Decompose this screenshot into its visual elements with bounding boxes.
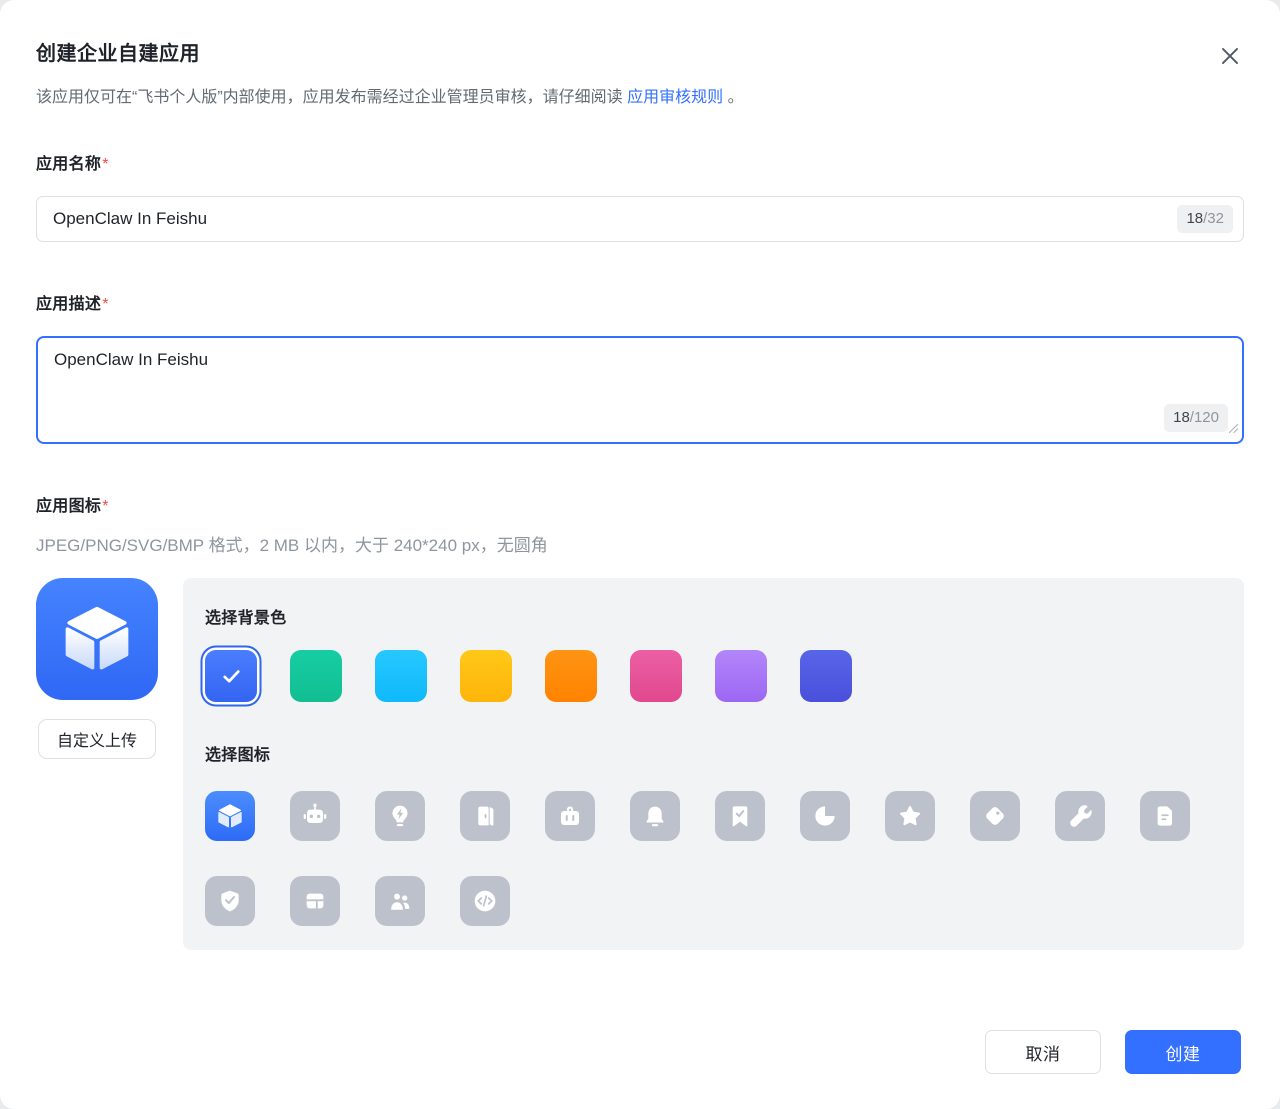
icon-grid xyxy=(205,791,1215,926)
briefcase-icon xyxy=(554,800,586,832)
app-icon-option-people[interactable] xyxy=(375,876,425,926)
book-icon xyxy=(469,800,501,832)
icon-preview-column: 自定义上传 xyxy=(36,578,158,759)
dashboard-icon xyxy=(299,885,331,917)
bg-color-swatch-orange[interactable] xyxy=(545,650,597,702)
app-name-input[interactable] xyxy=(53,209,1177,229)
pie-icon xyxy=(809,800,841,832)
cancel-button[interactable]: 取消 xyxy=(985,1030,1101,1074)
app-icon-label: 应用图标* xyxy=(36,496,1244,518)
app-icon-option-robot[interactable] xyxy=(290,791,340,841)
icon-section-title: 选择图标 xyxy=(205,745,1222,767)
app-icon-option-bell[interactable] xyxy=(630,791,680,841)
app-icon-option-dashboard[interactable] xyxy=(290,876,340,926)
app-desc-textarea-wrap: OpenClaw In Feishu 18/120 xyxy=(36,336,1244,444)
document-icon xyxy=(1149,800,1181,832)
bulb-icon xyxy=(384,800,416,832)
icon-picker-panel: 选择背景色 选择图标 xyxy=(183,578,1244,950)
required-asterisk: * xyxy=(102,156,109,173)
resize-handle-icon[interactable] xyxy=(1227,421,1239,439)
code-icon xyxy=(469,885,501,917)
shield-check-icon xyxy=(214,885,246,917)
app-icon-preview xyxy=(36,578,158,700)
review-rules-link[interactable]: 应用审核规则 xyxy=(627,89,723,106)
app-icon-option-code[interactable] xyxy=(460,876,510,926)
app-icon-option-wrench[interactable] xyxy=(1055,791,1105,841)
dialog-title: 创建企业自建应用 xyxy=(36,40,200,68)
dialog-header: 创建企业自建应用 xyxy=(36,0,1244,70)
bookmark-check-icon xyxy=(724,800,756,832)
bg-color-swatch-blue[interactable] xyxy=(205,650,257,702)
app-desc-char-counter: 18/120 xyxy=(1164,404,1228,432)
app-desc-textarea[interactable]: OpenClaw In Feishu xyxy=(38,338,1242,442)
icon-config-row: 自定义上传 选择背景色 选择图标 xyxy=(36,578,1244,950)
check-icon xyxy=(218,663,245,690)
app-icon-option-briefcase[interactable] xyxy=(545,791,595,841)
subtitle-text-after: 。 xyxy=(723,89,743,106)
cube-icon xyxy=(214,800,246,832)
bg-color-swatch-pink[interactable] xyxy=(630,650,682,702)
bg-color-swatch-yellow[interactable] xyxy=(460,650,512,702)
subtitle-text-before: 该应用仅可在“飞书个人版”内部使用，应用发布需经过企业管理员审核，请仔细阅读 xyxy=(36,89,627,106)
app-icon-option-book[interactable] xyxy=(460,791,510,841)
app-icon-option-shield-check[interactable] xyxy=(205,876,255,926)
dialog-footer: 取消 创建 xyxy=(36,1030,1244,1074)
bg-color-swatch-green[interactable] xyxy=(290,650,342,702)
app-name-label: 应用名称* xyxy=(36,154,1244,176)
custom-upload-button[interactable]: 自定义上传 xyxy=(38,719,156,759)
tag-icon xyxy=(979,800,1011,832)
create-button[interactable]: 创建 xyxy=(1125,1030,1241,1074)
required-asterisk: * xyxy=(102,498,109,515)
bg-color-section-title: 选择背景色 xyxy=(205,608,1222,630)
app-icon-option-star[interactable] xyxy=(885,791,935,841)
app-icon-option-cube[interactable] xyxy=(205,791,255,841)
star-icon xyxy=(894,800,926,832)
dialog-subtitle: 该应用仅可在“飞书个人版”内部使用，应用发布需经过企业管理员审核，请仔细阅读 应… xyxy=(36,86,1244,110)
required-asterisk: * xyxy=(102,296,109,313)
close-icon[interactable] xyxy=(1216,42,1244,70)
app-icon-option-tag[interactable] xyxy=(970,791,1020,841)
app-icon-option-bulb[interactable] xyxy=(375,791,425,841)
bell-icon xyxy=(639,800,671,832)
app-icon-hint: JPEG/PNG/SVG/BMP 格式，2 MB 以内，大于 240*240 p… xyxy=(36,534,1244,558)
app-icon-option-document[interactable] xyxy=(1140,791,1190,841)
create-app-dialog: 创建企业自建应用 该应用仅可在“飞书个人版”内部使用，应用发布需经过企业管理员审… xyxy=(0,0,1280,1109)
app-desc-label: 应用描述* xyxy=(36,294,1244,316)
app-name-input-wrap: 18/32 xyxy=(36,196,1244,242)
bg-color-swatch-cyan[interactable] xyxy=(375,650,427,702)
app-name-char-counter: 18/32 xyxy=(1177,205,1233,233)
cube-icon xyxy=(54,596,140,682)
bg-color-swatch-indigo[interactable] xyxy=(800,650,852,702)
wrench-icon xyxy=(1064,800,1096,832)
robot-icon xyxy=(299,800,331,832)
bg-color-swatches xyxy=(205,650,1222,702)
people-icon xyxy=(384,885,416,917)
bg-color-swatch-purple[interactable] xyxy=(715,650,767,702)
app-icon-option-pie[interactable] xyxy=(800,791,850,841)
app-icon-option-bookmark-check[interactable] xyxy=(715,791,765,841)
